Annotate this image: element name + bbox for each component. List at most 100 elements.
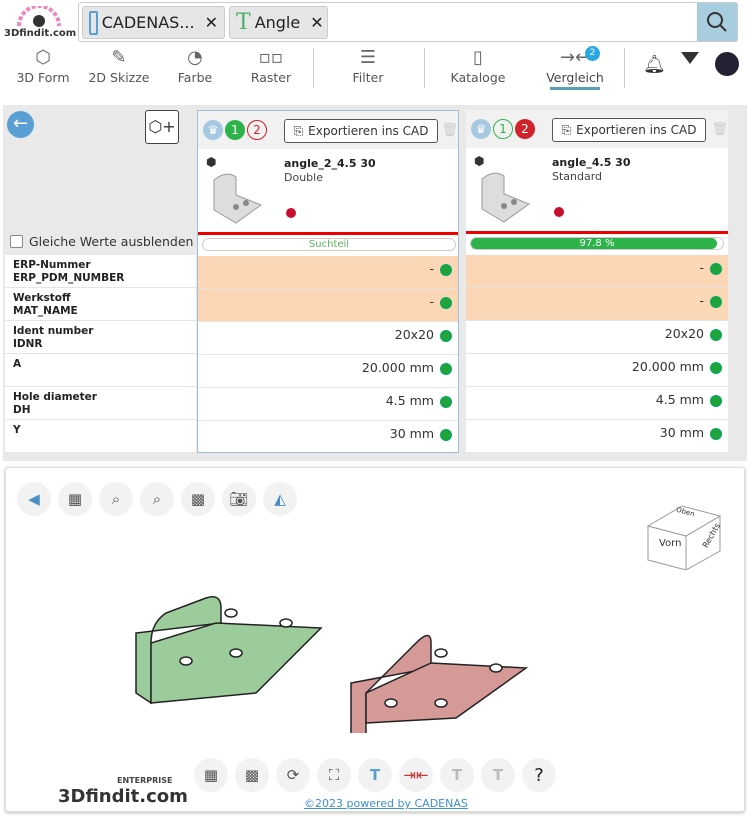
avatar[interactable] xyxy=(715,52,739,76)
match-dot xyxy=(440,396,452,408)
trash-icon[interactable]: 🗑︎ xyxy=(441,123,458,138)
search-button[interactable] xyxy=(697,3,737,41)
sliders-icon: ☰ xyxy=(359,47,377,68)
t-part-icon[interactable]: T xyxy=(358,758,392,792)
wireframe-box-icon[interactable]: ▦ xyxy=(58,482,92,516)
export-label: Exportieren ins CAD xyxy=(576,123,697,137)
pencil-icon: ✎ xyxy=(111,47,127,68)
match-bar: 97.8 % xyxy=(470,237,724,250)
shaded-icon[interactable]: ▩ xyxy=(235,758,269,792)
zoom-fit-icon[interactable]: ⌕ xyxy=(99,482,133,516)
tool-vergleich[interactable]: →← Vergleich 2 xyxy=(537,46,613,90)
search-chip-text[interactable]: T Angle ✕ xyxy=(229,6,328,39)
match-dot xyxy=(440,429,452,441)
value-row: 4.5 mm xyxy=(198,388,458,421)
compare-split-icon[interactable]: ⇥⇤ xyxy=(399,758,433,792)
add-part-button[interactable]: ⬡+ xyxy=(145,110,179,144)
match-dot xyxy=(710,362,722,374)
match-dot xyxy=(440,363,452,375)
wireframe-icon[interactable]: ▦ xyxy=(194,758,228,792)
value: - xyxy=(699,260,704,275)
card-color-line xyxy=(466,231,728,234)
export-icon: ⎘ xyxy=(293,123,304,138)
book-icon: ▯ xyxy=(473,47,483,68)
card-header: ♛ 1 2 ⎘ Exportieren ins CAD 🗑︎ xyxy=(198,111,458,149)
part-name[interactable]: angle_4.5 30 xyxy=(552,156,630,169)
value: 4.5 mm xyxy=(655,392,704,407)
remove-chip-icon[interactable]: ✕ xyxy=(310,13,323,32)
3d-viewer[interactable]: ◀ ▦ ⌕ ⌕ ▩ 📷︎ ◭ Vorn Rechts Oben ▦ ▩ ⟳ ⛶ … xyxy=(5,467,745,812)
value-row: 20x20 xyxy=(198,322,458,355)
slot-2-marker[interactable]: 2 xyxy=(515,119,535,139)
compare-card: ♛ 1 2 ⎘ Exportieren ins CAD 🗑︎ ⬢ angle_4.… xyxy=(466,110,728,453)
funnel-icon[interactable] xyxy=(681,52,699,64)
hide-same-checkbox[interactable] xyxy=(10,235,23,248)
rotate-play-icon[interactable]: ⟳ xyxy=(276,758,310,792)
search-chip-catalog[interactable]: CADENAS... ✕ xyxy=(82,6,225,39)
row-label: ERP-Nummer ERP_PDM_NUMBER xyxy=(5,255,196,288)
part-name[interactable]: angle_2_4.5 30 xyxy=(284,157,376,170)
value-row: - xyxy=(198,289,458,322)
match-bar: Suchteil xyxy=(202,238,456,251)
value: 20x20 xyxy=(664,326,704,341)
t-part-red-icon[interactable]: T xyxy=(440,758,474,792)
value-row: 30 mm xyxy=(198,421,458,454)
tool-label: Farbe xyxy=(177,70,213,85)
crown-icon[interactable]: ♛ xyxy=(203,120,223,140)
export-cad-button[interactable]: ⎘ Exportieren ins CAD xyxy=(284,119,438,143)
tool-farbe[interactable]: ◔ Farbe xyxy=(157,46,233,85)
grid-icon: ▫▫ xyxy=(258,47,284,68)
hide-same-values[interactable]: Gleiche Werte ausblenden xyxy=(10,234,193,249)
part-model-red xyxy=(350,634,529,733)
powered-by-link[interactable]: ©2023 powered by CADENAS xyxy=(304,797,468,810)
tool-2d-skizze[interactable]: ✎ 2D Skizze xyxy=(81,46,157,85)
value: - xyxy=(429,261,434,276)
value: 20.000 mm xyxy=(361,360,434,375)
bell-icon[interactable]: 🔔︎ xyxy=(643,54,666,75)
cube-plus-icon: ⬡+ xyxy=(148,117,176,136)
t-part-red-corner-icon[interactable]: T xyxy=(481,758,515,792)
view-cube[interactable]: Vorn Rechts Oben xyxy=(646,496,726,570)
part-description: Double xyxy=(284,171,323,184)
tool-3d-form[interactable]: ⬡ 3D Form xyxy=(5,46,81,85)
card-header: ♛ 1 2 ⎘ Exportieren ins CAD 🗑︎ xyxy=(466,110,728,148)
tool-kataloge[interactable]: ▯ Kataloge xyxy=(440,46,516,85)
slot-1-marker[interactable]: 1 xyxy=(225,120,245,140)
trash-icon[interactable]: 🗑︎ xyxy=(711,122,728,137)
cube-front-label[interactable]: Vorn xyxy=(659,538,681,549)
search-bar[interactable]: CADENAS... ✕ T Angle ✕ xyxy=(78,2,738,42)
export-cad-button[interactable]: ⎘ Exportieren ins CAD xyxy=(552,118,706,142)
compare-card: ♛ 1 2 ⎘ Exportieren ins CAD 🗑︎ ⬢ angle_2_… xyxy=(197,110,459,454)
tool-label: Raster xyxy=(250,70,292,85)
tool-label: Vergleich xyxy=(546,70,604,85)
back-arrow-icon[interactable]: ◀ xyxy=(17,482,51,516)
logo[interactable]: 3Dfindit.com xyxy=(4,6,76,42)
export-icon: ⎘ xyxy=(561,122,572,137)
shaded-cylinder-icon[interactable]: ▩ xyxy=(181,482,215,516)
fit-frame-icon[interactable]: ⛶ xyxy=(317,758,351,792)
value: 30 mm xyxy=(389,426,434,441)
match-dot xyxy=(440,264,452,276)
zoom-select-icon[interactable]: ⌕ xyxy=(140,482,174,516)
back-arrow-icon[interactable]: ← xyxy=(7,111,34,138)
hide-same-label: Gleiche Werte ausblenden xyxy=(29,234,194,249)
part-thumbnail[interactable]: ⬢ xyxy=(206,155,276,225)
3d-models[interactable] xyxy=(126,543,546,733)
part-thumbnail[interactable]: ⬢ xyxy=(474,154,544,224)
tool-filter[interactable]: ☰ Filter xyxy=(330,46,406,85)
camera-icon[interactable]: 📷︎ xyxy=(222,482,256,516)
value: 20.000 mm xyxy=(631,359,704,374)
cube-icon: ⬡ xyxy=(35,47,51,68)
tool-raster[interactable]: ▫▫ Raster xyxy=(233,46,309,85)
tool-label: 2D Skizze xyxy=(88,70,150,85)
value: - xyxy=(699,293,704,308)
section-view-icon[interactable]: ◭ xyxy=(263,482,297,516)
chip-label: Angle xyxy=(254,13,301,32)
remove-chip-icon[interactable]: ✕ xyxy=(205,13,218,32)
chip-label: CADENAS... xyxy=(101,13,195,32)
slot-2-marker[interactable]: 2 xyxy=(247,120,267,140)
help-icon[interactable]: ? xyxy=(522,758,556,792)
crown-icon[interactable]: ♛ xyxy=(471,119,491,139)
part-description: Standard xyxy=(552,170,603,183)
slot-1-marker[interactable]: 1 xyxy=(493,119,513,139)
